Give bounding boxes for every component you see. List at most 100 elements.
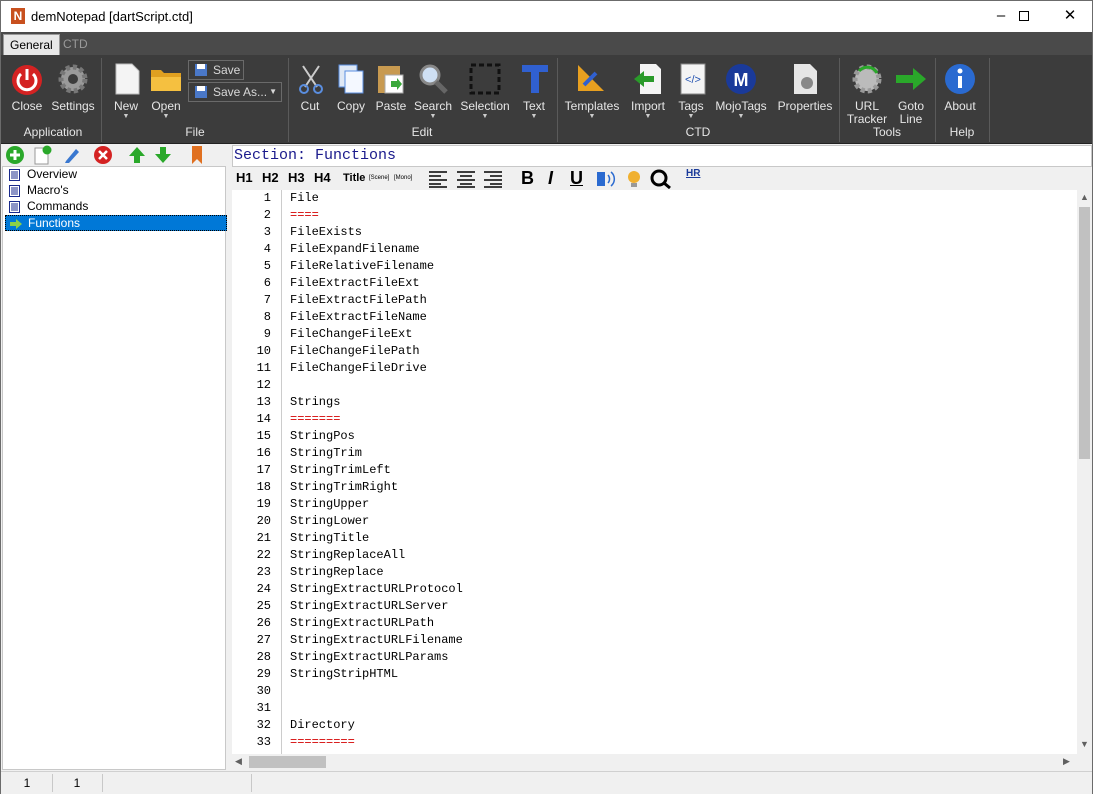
lightbulb-icon[interactable] — [626, 169, 642, 189]
save-button[interactable]: Save — [188, 60, 244, 80]
close-app-button[interactable]: Close — [7, 61, 47, 135]
scroll-up-icon[interactable]: ▲ — [1080, 192, 1089, 202]
editor-line[interactable]: 29 StringStripHTML — [232, 666, 1077, 683]
h1-button[interactable]: H1 — [236, 170, 253, 185]
align-right-icon[interactable] — [483, 170, 503, 188]
tab-general[interactable]: General — [3, 34, 60, 55]
tree-item-overview[interactable]: Overview — [5, 167, 227, 183]
selection-button[interactable]: Selection ▼ — [459, 61, 511, 135]
scroll-left-icon[interactable]: ◀ — [235, 756, 242, 767]
add-node-icon[interactable] — [5, 145, 25, 165]
about-button[interactable]: About — [941, 61, 979, 135]
editor-line[interactable]: 25 StringExtractURLServer — [232, 598, 1077, 615]
editor-line[interactable]: 7 FileExtractFilePath — [232, 292, 1077, 309]
editor-line[interactable]: 13 Strings — [232, 394, 1077, 411]
editor-line[interactable]: 16 StringTrim — [232, 445, 1077, 462]
speak-icon[interactable] — [596, 169, 620, 189]
editor-line[interactable]: 22 StringReplaceAll — [232, 547, 1077, 564]
templates-button[interactable]: Templates ▼ — [564, 61, 620, 135]
maximize-button[interactable] — [1001, 1, 1047, 32]
editor-line[interactable]: 23 StringReplace — [232, 564, 1077, 581]
quote-search-icon[interactable] — [650, 169, 672, 189]
underline-button[interactable]: U — [570, 168, 583, 189]
hr-button[interactable]: HR — [686, 168, 700, 179]
editor-line[interactable]: 6 FileExtractFileExt — [232, 275, 1077, 292]
search-button[interactable]: Search ▼ — [413, 61, 453, 135]
editor-line[interactable]: 32 Directory — [232, 717, 1077, 734]
mojotags-button[interactable]: M MojoTags ▼ — [713, 61, 769, 135]
editor-line[interactable]: 18 StringTrimRight — [232, 479, 1077, 496]
bold-button[interactable]: B — [521, 168, 534, 189]
editor-line[interactable]: 21 StringTitle — [232, 530, 1077, 547]
open-button[interactable]: Open ▼ — [147, 61, 185, 135]
url-tracker-button[interactable]: URL Tracker — [846, 61, 888, 135]
italic-button[interactable]: I — [548, 168, 553, 189]
bookmark-icon[interactable] — [187, 145, 207, 165]
scroll-down-icon[interactable]: ▼ — [1080, 739, 1089, 749]
editor-line[interactable]: 2 ==== — [232, 207, 1077, 224]
delete-node-icon[interactable] — [93, 145, 113, 165]
tree-item-macros[interactable]: Macro's — [5, 183, 227, 199]
add-child-node-icon[interactable] — [32, 145, 52, 165]
cut-button[interactable]: Cut — [293, 61, 327, 135]
vertical-scroll-thumb[interactable] — [1079, 207, 1090, 459]
edit-node-icon[interactable] — [62, 145, 82, 165]
floppy-icon — [195, 64, 207, 76]
tree-item-commands[interactable]: Commands — [5, 199, 227, 215]
tags-button[interactable]: </> Tags ▼ — [675, 61, 707, 135]
editor-line[interactable]: 10 FileChangeFilePath — [232, 343, 1077, 360]
editor-line[interactable]: 27 StringExtractURLFilename — [232, 632, 1077, 649]
vertical-scrollbar[interactable]: ▲ ▼ — [1077, 190, 1092, 754]
title-button[interactable]: Title — [343, 172, 365, 184]
text-button[interactable]: Text ▼ — [517, 61, 551, 135]
save-as-button[interactable]: Save As... ▼ — [188, 82, 282, 102]
editor-line[interactable]: 24 StringExtractURLProtocol — [232, 581, 1077, 598]
editor-line[interactable]: 5 FileRelativeFilename — [232, 258, 1077, 275]
editor-line[interactable]: 20 StringLower — [232, 513, 1077, 530]
editor-line[interactable]: 11 FileChangeFileDrive — [232, 360, 1077, 377]
properties-button[interactable]: Properties — [775, 61, 835, 135]
h2-button[interactable]: H2 — [262, 170, 279, 185]
horizontal-scrollbar[interactable]: ◀ ▶ — [232, 754, 1077, 770]
text-editor[interactable]: 1 File 2 ==== 3 FileExists 4 FileExpandFilename… — [232, 190, 1077, 754]
editor-line[interactable]: 9 FileChangeFileExt — [232, 326, 1077, 343]
line-number: 20 — [256, 514, 271, 528]
editor-line[interactable]: 14 ======= — [232, 411, 1077, 428]
editor-line[interactable]: 1 File — [232, 190, 1077, 207]
editor-line[interactable]: 19 StringUpper — [232, 496, 1077, 513]
editor-line[interactable]: 12 — [232, 377, 1077, 394]
paste-button[interactable]: Paste — [373, 61, 409, 135]
section-title: Section: Functions — [234, 147, 397, 164]
editor-line[interactable]: 26 StringExtractURLPath — [232, 615, 1077, 632]
line-text: FileChangeFileDrive — [290, 361, 427, 375]
editor-line[interactable]: 31 — [232, 700, 1077, 717]
h3-button[interactable]: H3 — [288, 170, 305, 185]
editor-line[interactable]: 15 StringPos — [232, 428, 1077, 445]
editor-line[interactable]: 4 FileExpandFilename — [232, 241, 1077, 258]
editor-line[interactable]: 28 StringExtractURLParams — [232, 649, 1077, 666]
horizontal-scroll-thumb[interactable] — [249, 756, 326, 768]
import-button[interactable]: Import ▼ — [627, 61, 669, 135]
magnifier-icon — [419, 64, 448, 94]
copy-button[interactable]: Copy — [333, 61, 369, 135]
scroll-right-icon[interactable]: ▶ — [1063, 756, 1070, 767]
floppy-save-as-icon — [195, 86, 207, 98]
editor-line[interactable]: 8 FileExtractFileName — [232, 309, 1077, 326]
editor-line[interactable]: 3 FileExists — [232, 224, 1077, 241]
tab-ctd[interactable]: CTD — [57, 34, 94, 55]
close-window-button[interactable]: ✕ — [1047, 1, 1093, 32]
h4-button[interactable]: H4 — [314, 170, 331, 185]
editor-line[interactable]: 33 ========= — [232, 734, 1077, 751]
goto-line-button[interactable]: Goto Line — [891, 61, 931, 135]
tree-item-functions[interactable]: Functions — [5, 215, 227, 231]
move-up-icon[interactable] — [127, 145, 147, 165]
align-left-icon[interactable] — [428, 170, 448, 188]
settings-button[interactable]: Settings — [50, 61, 96, 135]
scene-button[interactable]: [Scene] — [369, 175, 389, 181]
editor-line[interactable]: 30 — [232, 683, 1077, 700]
new-button[interactable]: New ▼ — [109, 61, 143, 135]
align-center-icon[interactable] — [456, 170, 476, 188]
editor-line[interactable]: 17 StringTrimLeft — [232, 462, 1077, 479]
mono-button[interactable]: [Mono] — [394, 175, 412, 181]
move-down-icon[interactable] — [153, 145, 173, 165]
